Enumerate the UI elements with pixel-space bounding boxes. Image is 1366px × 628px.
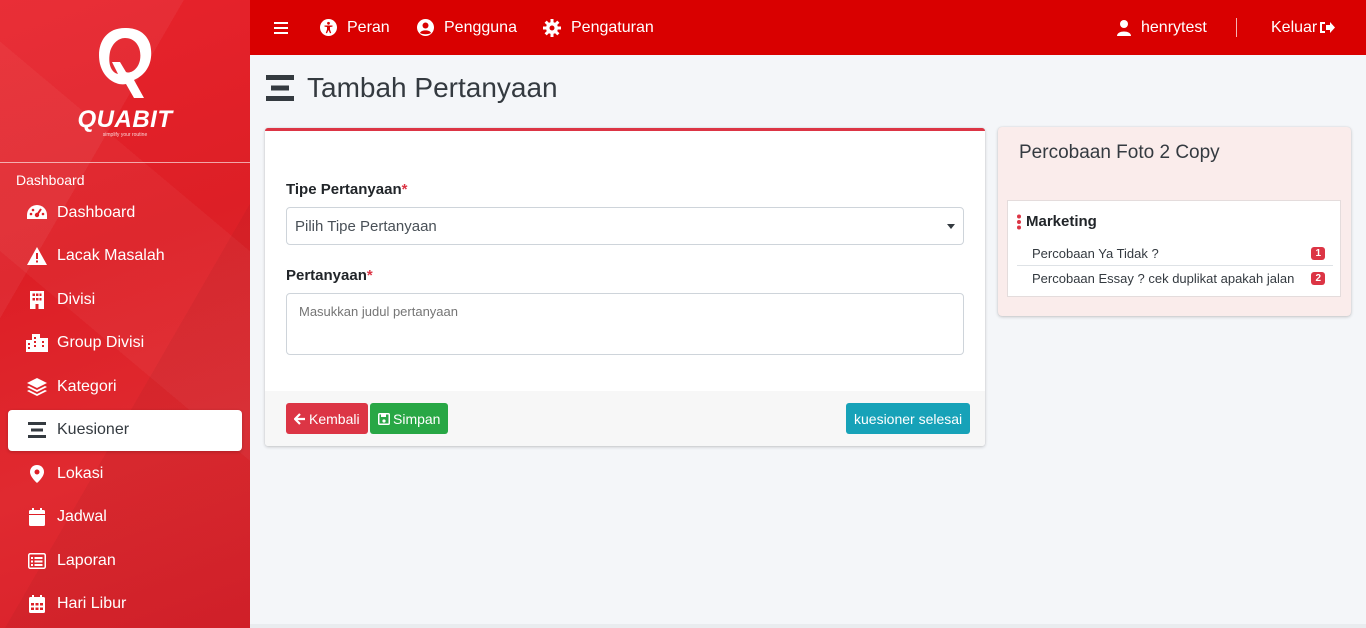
nav-pengaturan[interactable]: Pengaturan	[543, 18, 654, 37]
brand-tagline: simplify your routine	[102, 132, 148, 138]
brand-name: QUABIT	[77, 106, 173, 133]
sidebar-item-label: Lacak Masalah	[57, 247, 165, 264]
tachometer-icon	[26, 203, 48, 223]
quabit-logo-icon	[99, 28, 152, 98]
warning-icon	[26, 246, 48, 266]
question-number-badge: 1	[1311, 246, 1325, 260]
sidebar-item-label: Divisi	[57, 290, 96, 308]
save-button-label: Simpan	[393, 410, 441, 427]
question-list-item[interactable]: Percobaan Ya Tidak ? 1	[1017, 241, 1333, 266]
question-label: Pertanyaan*	[286, 267, 373, 284]
sidebar-item-label: Kategori	[57, 377, 117, 395]
sidebar-item-label: Lokasi	[57, 464, 104, 482]
sidebar-item-label: Group Divisi	[57, 334, 145, 351]
logout-button[interactable]: Keluar	[1271, 18, 1336, 37]
question-label-text: Pertanyaan	[286, 267, 367, 284]
user-icon	[1117, 19, 1131, 36]
finish-questionnaire-button[interactable]: kuesioner selesai	[846, 403, 971, 434]
sidebar-item-kuesioner[interactable]: Kuesioner	[8, 409, 242, 451]
question-group-panel: Marketing Percobaan Ya Tidak ? 1 Percoba…	[1007, 200, 1341, 297]
question-type-label: Tipe Pertanyaan*	[286, 181, 407, 198]
sidebar-item-divisi[interactable]: Divisi	[8, 279, 242, 320]
calendar-icon	[26, 507, 48, 527]
arrow-left-icon	[294, 412, 305, 425]
sidebar-item-laporan[interactable]: Laporan	[8, 540, 242, 581]
question-text: Percobaan Ya Tidak ?	[1032, 245, 1159, 261]
floppy-disk-icon	[378, 412, 390, 425]
top-navbar: Peran Pengguna Pengaturan henrytest Kelu…	[250, 0, 1366, 55]
page-title-text: Tambah Pertanyaan	[307, 72, 558, 103]
sidebar-item-kategori[interactable]: Kategori	[8, 366, 242, 407]
user-menu[interactable]: henrytest	[1117, 19, 1207, 37]
sidebar: QUABIT simplify your routine Dashboard D…	[0, 0, 250, 628]
map-marker-icon	[26, 464, 48, 484]
nav-pengguna-label: Pengguna	[444, 18, 517, 36]
save-button[interactable]: Simpan	[370, 403, 449, 434]
user-circle-icon	[417, 19, 434, 36]
sidebar-item-label: Jadwal	[57, 508, 107, 525]
navbar-divider	[1236, 18, 1237, 37]
sidebar-item-label: Dashboard	[57, 203, 136, 221]
sidebar-item-group-divisi[interactable]: Group Divisi	[8, 323, 242, 364]
brand-logo[interactable]: QUABIT simplify your routine	[0, 0, 250, 163]
question-list-item[interactable]: Percobaan Essay ? cek duplikat apakah ja…	[1017, 266, 1333, 291]
back-button[interactable]: Kembali	[286, 403, 368, 434]
nav-pengguna[interactable]: Pengguna	[417, 19, 517, 37]
question-group[interactable]: Marketing	[1016, 213, 1097, 230]
page-title: Tambah Pertanyaan	[266, 72, 558, 104]
logout-label: Keluar	[1271, 18, 1318, 36]
gear-icon	[543, 18, 561, 37]
nav-peran-label: Peran	[347, 18, 390, 36]
finish-button-label: kuesioner selesai	[854, 410, 963, 427]
building-icon	[26, 290, 48, 310]
sidebar-item-jadwal[interactable]: Jadwal	[8, 497, 242, 538]
report-list-icon	[26, 551, 48, 571]
nav-pengaturan-label: Pengaturan	[571, 18, 654, 36]
question-form-card: Tipe Pertanyaan* Pilih Tipe Pertanyaan P…	[265, 128, 985, 446]
questionnaire-title: Percobaan Foto 2 Copy	[1019, 142, 1220, 163]
sign-out-icon	[1320, 22, 1336, 33]
question-type-label-text: Tipe Pertanyaan	[286, 181, 402, 198]
drag-handle-icon[interactable]	[1016, 214, 1022, 230]
list-icon	[266, 75, 294, 101]
question-group-name: Marketing	[1026, 213, 1097, 230]
city-icon	[26, 333, 48, 353]
page-bottom-border	[250, 624, 1366, 628]
question-type-select[interactable]: Pilih Tipe Pertanyaan	[286, 207, 964, 245]
required-mark: *	[366, 267, 373, 284]
question-number-badge: 2	[1311, 272, 1325, 285]
question-type-placeholder: Pilih Tipe Pertanyaan	[295, 218, 437, 235]
sidebar-nav: Dashboard Lacak Masalah Divisi Group Div…	[0, 192, 250, 625]
calendar-grid-icon	[26, 594, 48, 614]
questionnaire-summary-card: Percobaan Foto 2 Copy Marketing Percobaa…	[998, 127, 1351, 316]
sidebar-item-lokasi[interactable]: Lokasi	[8, 453, 242, 494]
caret-down-icon	[947, 224, 955, 229]
sidebar-item-dashboard[interactable]: Dashboard	[8, 192, 242, 233]
nav-peran[interactable]: Peran	[320, 19, 390, 37]
sidebar-item-label: Laporan	[57, 551, 116, 569]
question-text: Percobaan Essay ? cek duplikat apakah ja…	[1032, 271, 1295, 286]
hamburger-menu-icon[interactable]	[274, 21, 298, 34]
sidebar-header: Dashboard	[16, 172, 85, 188]
card-footer: Kembali Simpan kuesioner selesai	[265, 391, 985, 446]
question-textarea[interactable]	[286, 293, 964, 355]
required-mark: *	[401, 181, 408, 198]
sidebar-item-label: Hari Libur	[57, 595, 127, 612]
back-button-label: Kembali	[309, 410, 360, 427]
sidebar-item-lacak-masalah[interactable]: Lacak Masalah	[8, 236, 242, 277]
list-icon	[26, 420, 48, 440]
sidebar-item-label: Kuesioner	[57, 421, 130, 438]
username: henrytest	[1141, 18, 1207, 36]
layers-icon	[26, 377, 48, 397]
sidebar-item-hari-libur[interactable]: Hari Libur	[8, 584, 242, 625]
accessibility-icon	[320, 19, 337, 36]
